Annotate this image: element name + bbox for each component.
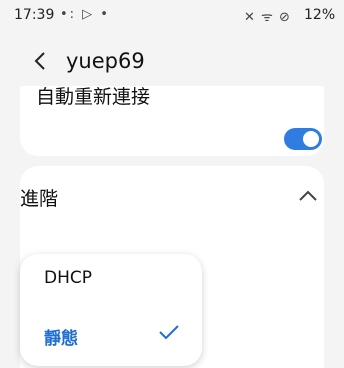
status-time: 17:39 [14, 7, 55, 23]
option-static[interactable]: 靜態 [44, 324, 78, 349]
chevron-up-icon[interactable] [298, 188, 318, 202]
auto-reconnect-toggle[interactable] [284, 128, 322, 150]
back-arrow-icon[interactable] [30, 50, 52, 72]
battery-level: 12% [304, 7, 336, 23]
auto-reconnect-label: 自動重新連接 [36, 86, 151, 108]
auto-reconnect-card: 自動重新連接 [20, 86, 324, 156]
status-bar: 17:39 •: ▷ • ✕ ᯤ ⊘ 12% [0, 0, 344, 30]
connectivity-icons: ✕ ᯤ ⊘ [244, 10, 291, 25]
ip-settings-dropdown: DHCP 靜態 [20, 254, 202, 366]
notification-icons: •: ▷ • [60, 7, 110, 22]
advanced-section[interactable]: 進階 [20, 166, 324, 232]
header: yuep69 [0, 42, 344, 82]
toggle-knob [303, 131, 319, 147]
page-title: yuep69 [66, 49, 145, 73]
option-dhcp[interactable]: DHCP [44, 268, 92, 288]
settings-content: 自動重新連接 進階 DHCP 靜態 [0, 86, 344, 368]
check-icon [159, 325, 179, 340]
advanced-label: 進階 [20, 188, 59, 210]
